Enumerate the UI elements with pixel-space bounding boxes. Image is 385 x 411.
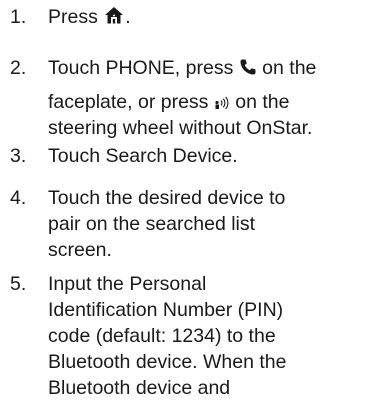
step-number: 2. [10, 57, 27, 79]
step-text-after: on the [262, 57, 317, 79]
step-text: Touch Search Device. [48, 145, 238, 167]
phone-icon [239, 58, 257, 76]
step-text-line-5: Bluetooth device and [48, 377, 231, 399]
step-text-line-3: code (default: 1234) to the [48, 325, 276, 347]
step-text-line-3: screen. [48, 239, 112, 261]
home-icon [103, 5, 125, 25]
step-text-before: Press [48, 6, 98, 28]
step-text-line-1: Touch the desired device to [48, 187, 286, 209]
step-text-line-1: Input the Personal [48, 273, 207, 295]
step-text-before-2: faceplate, or press [48, 91, 209, 113]
step-text-after-2: on the [235, 91, 290, 113]
step-number: 1. [10, 6, 27, 28]
step-text-line-3: steering wheel without OnStar. [48, 117, 313, 139]
step-text: Press . [48, 4, 380, 30]
step-number: 4. [10, 187, 27, 209]
step-text-line-4: Bluetooth device. When the [48, 351, 287, 373]
step-text-before: Touch PHONE, press [48, 57, 234, 79]
step-text-line-1: Touch PHONE, press on the [48, 55, 380, 81]
step-text-line-2: pair on the searched list [48, 213, 256, 235]
step-text-after: . [125, 6, 131, 28]
step-text-line-2: faceplate, or press on the [48, 89, 380, 115]
voice-recognition-icon [214, 96, 230, 110]
step-text-line-2: Identification Number (PIN) [48, 299, 284, 321]
step-number: 3. [10, 145, 27, 167]
step-number: 5. [10, 273, 27, 295]
